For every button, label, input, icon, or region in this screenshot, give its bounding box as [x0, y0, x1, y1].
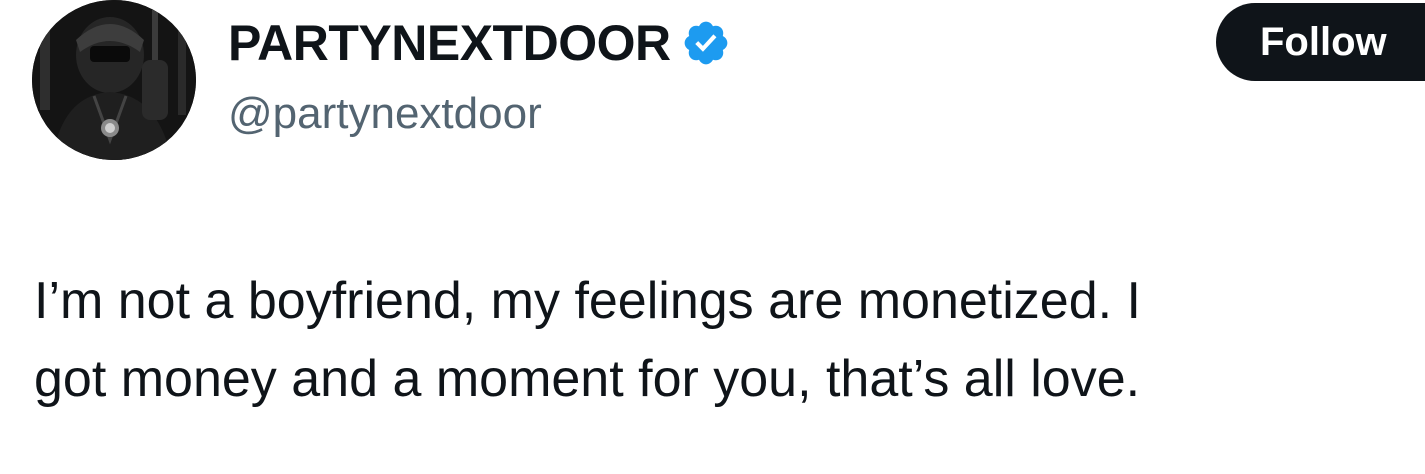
- verified-badge-icon: [681, 18, 731, 68]
- user-handle[interactable]: @partynextdoor: [228, 88, 542, 140]
- display-name[interactable]: PARTYNEXTDOOR: [228, 14, 731, 72]
- tweet-text-line: I’m not a boyfriend, my feelings are mon…: [34, 272, 1141, 330]
- tweet-text: I’m not a boyfriend, my feelings are mon…: [34, 262, 1404, 418]
- tweet-card: PARTYNEXTDOOR @partynextdoor Follow I’m …: [0, 0, 1425, 474]
- follow-button[interactable]: Follow: [1216, 3, 1425, 81]
- avatar-image: [32, 0, 196, 160]
- display-name-text: PARTYNEXTDOOR: [228, 15, 671, 71]
- tweet-text-line: got money and a moment for you, that’s a…: [34, 350, 1141, 408]
- avatar[interactable]: [32, 0, 196, 160]
